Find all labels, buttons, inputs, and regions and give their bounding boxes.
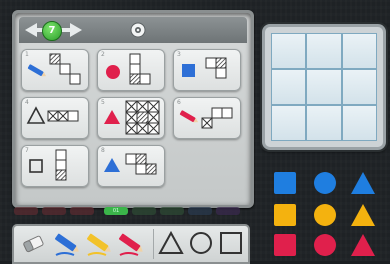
grid-cell[interactable] [271, 69, 307, 105]
red-circle-piece[interactable] [312, 232, 338, 258]
tray-divider [153, 229, 154, 259]
shape-palette [272, 170, 380, 260]
grid-cell[interactable] [271, 105, 307, 141]
square-outline-icon[interactable] [218, 230, 244, 256]
triangle-outline-icon[interactable] [158, 230, 184, 256]
puzzle-clue-5 [104, 100, 160, 135]
page-dot[interactable] [188, 207, 212, 215]
grid-cell[interactable] [341, 69, 377, 105]
yellow-pen-icon[interactable] [84, 230, 114, 258]
next-level-arrow-icon[interactable] [70, 23, 82, 37]
target-board [262, 24, 386, 150]
grid-cell[interactable] [271, 33, 307, 69]
previous-level-arrow-icon[interactable] [25, 23, 37, 37]
grid-cell[interactable] [306, 33, 342, 69]
target-grid [271, 33, 377, 141]
puzzle-card-1[interactable]: 1 [21, 49, 89, 91]
page-dot[interactable] [70, 207, 94, 215]
puzzle-card-4[interactable]: 4 [21, 97, 89, 139]
grid-cell[interactable] [341, 33, 377, 69]
blue-square-piece[interactable] [272, 170, 298, 196]
blue-triangle-piece[interactable] [350, 170, 376, 196]
puzzle-clue-2 [106, 53, 151, 85]
yellow-triangle-piece[interactable] [350, 202, 376, 228]
puzzle-card-5[interactable]: 5 [97, 97, 165, 139]
puzzle-card-7[interactable]: 7 [21, 145, 89, 187]
puzzle-card-3[interactable]: 3 [173, 49, 241, 91]
puzzle-clue-6 [179, 107, 233, 129]
page-dot[interactable] [132, 207, 156, 215]
eraser-icon[interactable] [20, 230, 46, 256]
yellow-square-piece[interactable] [272, 202, 298, 228]
level-number-badge: 7 [42, 21, 62, 41]
puzzle-panel: 7 1 2 3 4 5 6 7 8 [12, 10, 254, 208]
puzzle-card-8[interactable]: 8 [97, 145, 165, 187]
page-dot[interactable] [42, 207, 66, 215]
puzzle-clue-3 [182, 57, 227, 79]
grid-cell[interactable] [341, 105, 377, 141]
page-dot[interactable] [160, 207, 184, 215]
page-dot-label: 01 [112, 208, 120, 214]
panel-header: 7 [19, 17, 247, 43]
red-triangle-piece[interactable] [350, 232, 376, 258]
red-pen-icon[interactable] [116, 230, 146, 258]
settings-gear-icon[interactable] [130, 22, 146, 38]
red-square-piece[interactable] [272, 232, 298, 258]
level-navigator[interactable]: 7 [25, 21, 85, 41]
grid-cell[interactable] [306, 105, 342, 141]
blue-pen-icon[interactable] [52, 230, 82, 258]
yellow-circle-piece[interactable] [312, 202, 338, 228]
page-dot-selected[interactable]: 01 [104, 207, 128, 215]
page-dot[interactable] [14, 207, 38, 215]
page-dot[interactable] [216, 207, 240, 215]
blue-circle-piece[interactable] [312, 170, 338, 196]
page-indicator-strip: 01 [14, 206, 246, 216]
puzzle-clue-7 [29, 149, 67, 181]
puzzle-card-2[interactable]: 2 [97, 49, 165, 91]
puzzle-card-6[interactable]: 6 [173, 97, 241, 139]
puzzle-clue-1 [27, 53, 81, 85]
puzzle-clue-8 [104, 153, 157, 175]
grid-cell[interactable] [306, 69, 342, 105]
puzzle-clue-4 [26, 106, 79, 124]
tool-tray [12, 224, 250, 264]
circle-outline-icon[interactable] [188, 230, 214, 256]
